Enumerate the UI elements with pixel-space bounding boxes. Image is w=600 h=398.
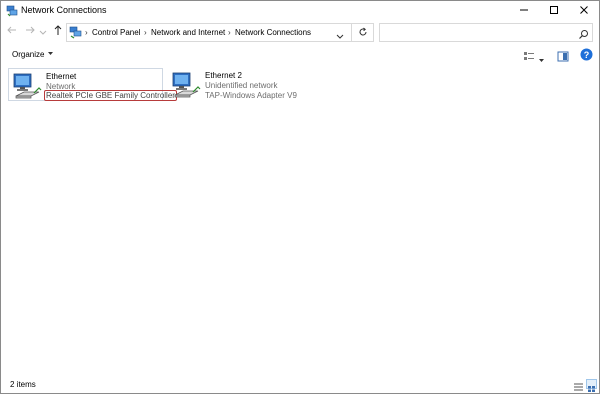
status-bar: 2 items	[1, 375, 599, 393]
connection-name: Ethernet	[46, 72, 77, 81]
help-icon[interactable]: ?	[580, 48, 593, 66]
up-button[interactable]	[51, 25, 65, 39]
search-icon[interactable]	[578, 27, 589, 39]
arrow-up-icon	[52, 23, 64, 41]
search-input[interactable]	[382, 25, 576, 40]
connections-list: Ethernet Network Realtek PCIe GBE Family…	[1, 65, 599, 375]
list-item-ethernet[interactable]: Ethernet Network Realtek PCIe GBE Family…	[8, 68, 177, 101]
forward-button[interactable]	[23, 25, 37, 39]
close-icon	[579, 2, 589, 20]
svg-text:?: ?	[584, 50, 590, 60]
list-item-ethernet-2[interactable]: Ethernet 2 Unidentified network TAP-Wind…	[168, 68, 323, 101]
connection-status: Unidentified network	[205, 81, 278, 90]
command-bar: Organize ?	[1, 45, 599, 65]
breadcrumb-network-and-internet[interactable]: Network and Internet	[151, 28, 225, 37]
ethernet-adapter-icon	[12, 71, 42, 101]
ethernet-adapter-icon	[171, 70, 201, 100]
maximize-icon	[549, 2, 559, 20]
breadcrumb-separator[interactable]: ›	[85, 28, 88, 37]
chevron-down-icon	[39, 23, 47, 41]
item-count: 2 items	[10, 380, 36, 389]
breadcrumb-control-panel[interactable]: Control Panel	[92, 28, 140, 37]
breadcrumb-separator[interactable]: ›	[228, 28, 231, 37]
breadcrumb-network-connections[interactable]: Network Connections	[235, 28, 311, 37]
minimize-icon	[519, 2, 529, 20]
breadcrumb-separator[interactable]: ›	[144, 28, 147, 37]
connection-device: Realtek PCIe GBE Family Controller	[44, 90, 177, 101]
navigation-bar: › Control Panel › Network and Internet ›…	[1, 21, 599, 45]
organize-button[interactable]: Organize	[12, 50, 54, 59]
large-icons-view-icon[interactable]	[586, 379, 597, 392]
arrow-left-icon	[6, 23, 18, 41]
minimize-button[interactable]	[509, 1, 539, 21]
refresh-icon	[358, 24, 368, 42]
recent-locations-button[interactable]	[39, 25, 47, 39]
chevron-down-icon[interactable]	[335, 28, 345, 39]
search-box[interactable]	[379, 23, 593, 42]
address-bar[interactable]: › Control Panel › Network and Internet ›…	[66, 23, 352, 42]
network-connections-icon	[6, 4, 18, 17]
explorer-window: Network Connections › Control Panel › Ne…	[0, 0, 600, 394]
maximize-button[interactable]	[539, 1, 569, 21]
network-connections-icon	[69, 26, 82, 39]
back-button[interactable]	[5, 25, 19, 39]
arrow-right-icon	[24, 23, 36, 41]
window-title: Network Connections	[21, 5, 107, 15]
connection-name: Ethernet 2	[205, 71, 242, 80]
close-button[interactable]	[569, 1, 599, 21]
title-bar[interactable]: Network Connections	[1, 1, 599, 21]
refresh-button[interactable]	[352, 23, 374, 42]
organize-label: Organize	[12, 50, 45, 59]
connection-device: TAP-Windows Adapter V9	[205, 91, 297, 100]
caret-down-icon	[47, 50, 54, 59]
details-view-icon[interactable]	[573, 379, 584, 391]
